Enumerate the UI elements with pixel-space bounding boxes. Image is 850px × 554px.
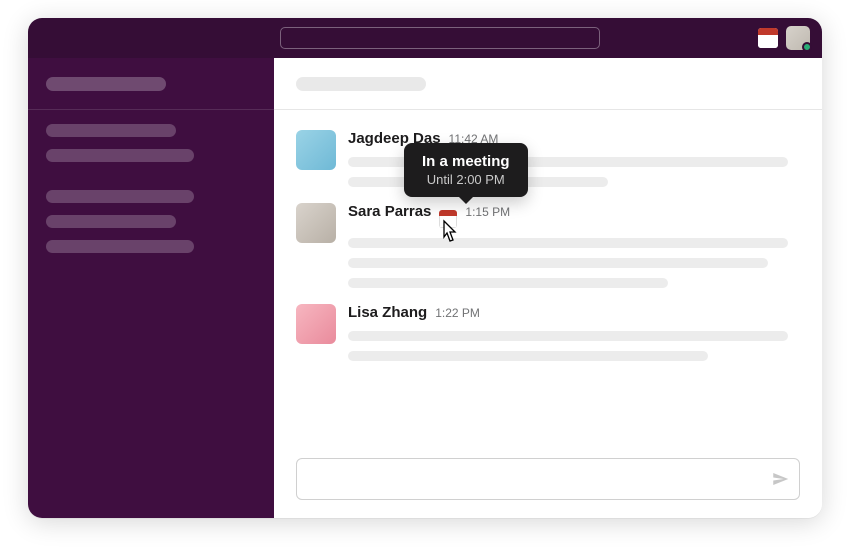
top-bar <box>28 18 822 58</box>
sidebar-item[interactable] <box>46 240 194 253</box>
message-list: Jagdeep Das 11:42 AM In a meeting <box>274 110 822 452</box>
sidebar-item[interactable] <box>46 124 176 137</box>
message-sender[interactable]: Sara Parras <box>348 203 431 220</box>
search-input[interactable] <box>280 27 600 49</box>
message-text-placeholder <box>348 278 668 288</box>
tooltip-title: In a meeting <box>422 153 510 170</box>
message: In a meeting Until 2:00 PM Sara Parras 1… <box>296 193 800 294</box>
message: Jagdeep Das 11:42 AM <box>296 120 800 193</box>
channel-header <box>274 58 822 110</box>
message-text-placeholder <box>348 258 768 268</box>
avatar[interactable] <box>296 203 336 243</box>
workspace-name-placeholder <box>46 77 166 91</box>
message-text-placeholder <box>348 351 708 361</box>
message: Lisa Zhang 1:22 PM <box>296 294 800 367</box>
send-icon[interactable] <box>771 470 789 488</box>
sidebar-item[interactable] <box>46 215 176 228</box>
sidebar <box>28 58 274 518</box>
workspace-header[interactable] <box>28 58 274 110</box>
message-composer[interactable] <box>296 458 800 500</box>
message-sender[interactable]: Lisa Zhang <box>348 304 427 321</box>
status-tooltip: In a meeting Until 2:00 PM <box>404 143 528 197</box>
message-timestamp: 1:15 PM <box>465 205 510 219</box>
message-text-placeholder <box>348 331 788 341</box>
main-content: Jagdeep Das 11:42 AM In a meeting <box>274 58 822 518</box>
app-window: Jagdeep Das 11:42 AM In a meeting <box>28 18 822 518</box>
tooltip-subtitle: Until 2:00 PM <box>422 172 510 187</box>
channel-name-placeholder <box>296 77 426 91</box>
pointer-cursor-icon <box>436 219 462 247</box>
message-timestamp: 1:22 PM <box>435 306 480 320</box>
sidebar-item[interactable] <box>46 149 194 162</box>
current-user-avatar[interactable] <box>786 26 810 50</box>
message-text-placeholder <box>348 238 788 248</box>
avatar[interactable] <box>296 130 336 170</box>
avatar[interactable] <box>296 304 336 344</box>
sidebar-item[interactable] <box>46 190 194 203</box>
presence-indicator <box>802 42 812 52</box>
user-status-icon[interactable] <box>758 28 778 48</box>
